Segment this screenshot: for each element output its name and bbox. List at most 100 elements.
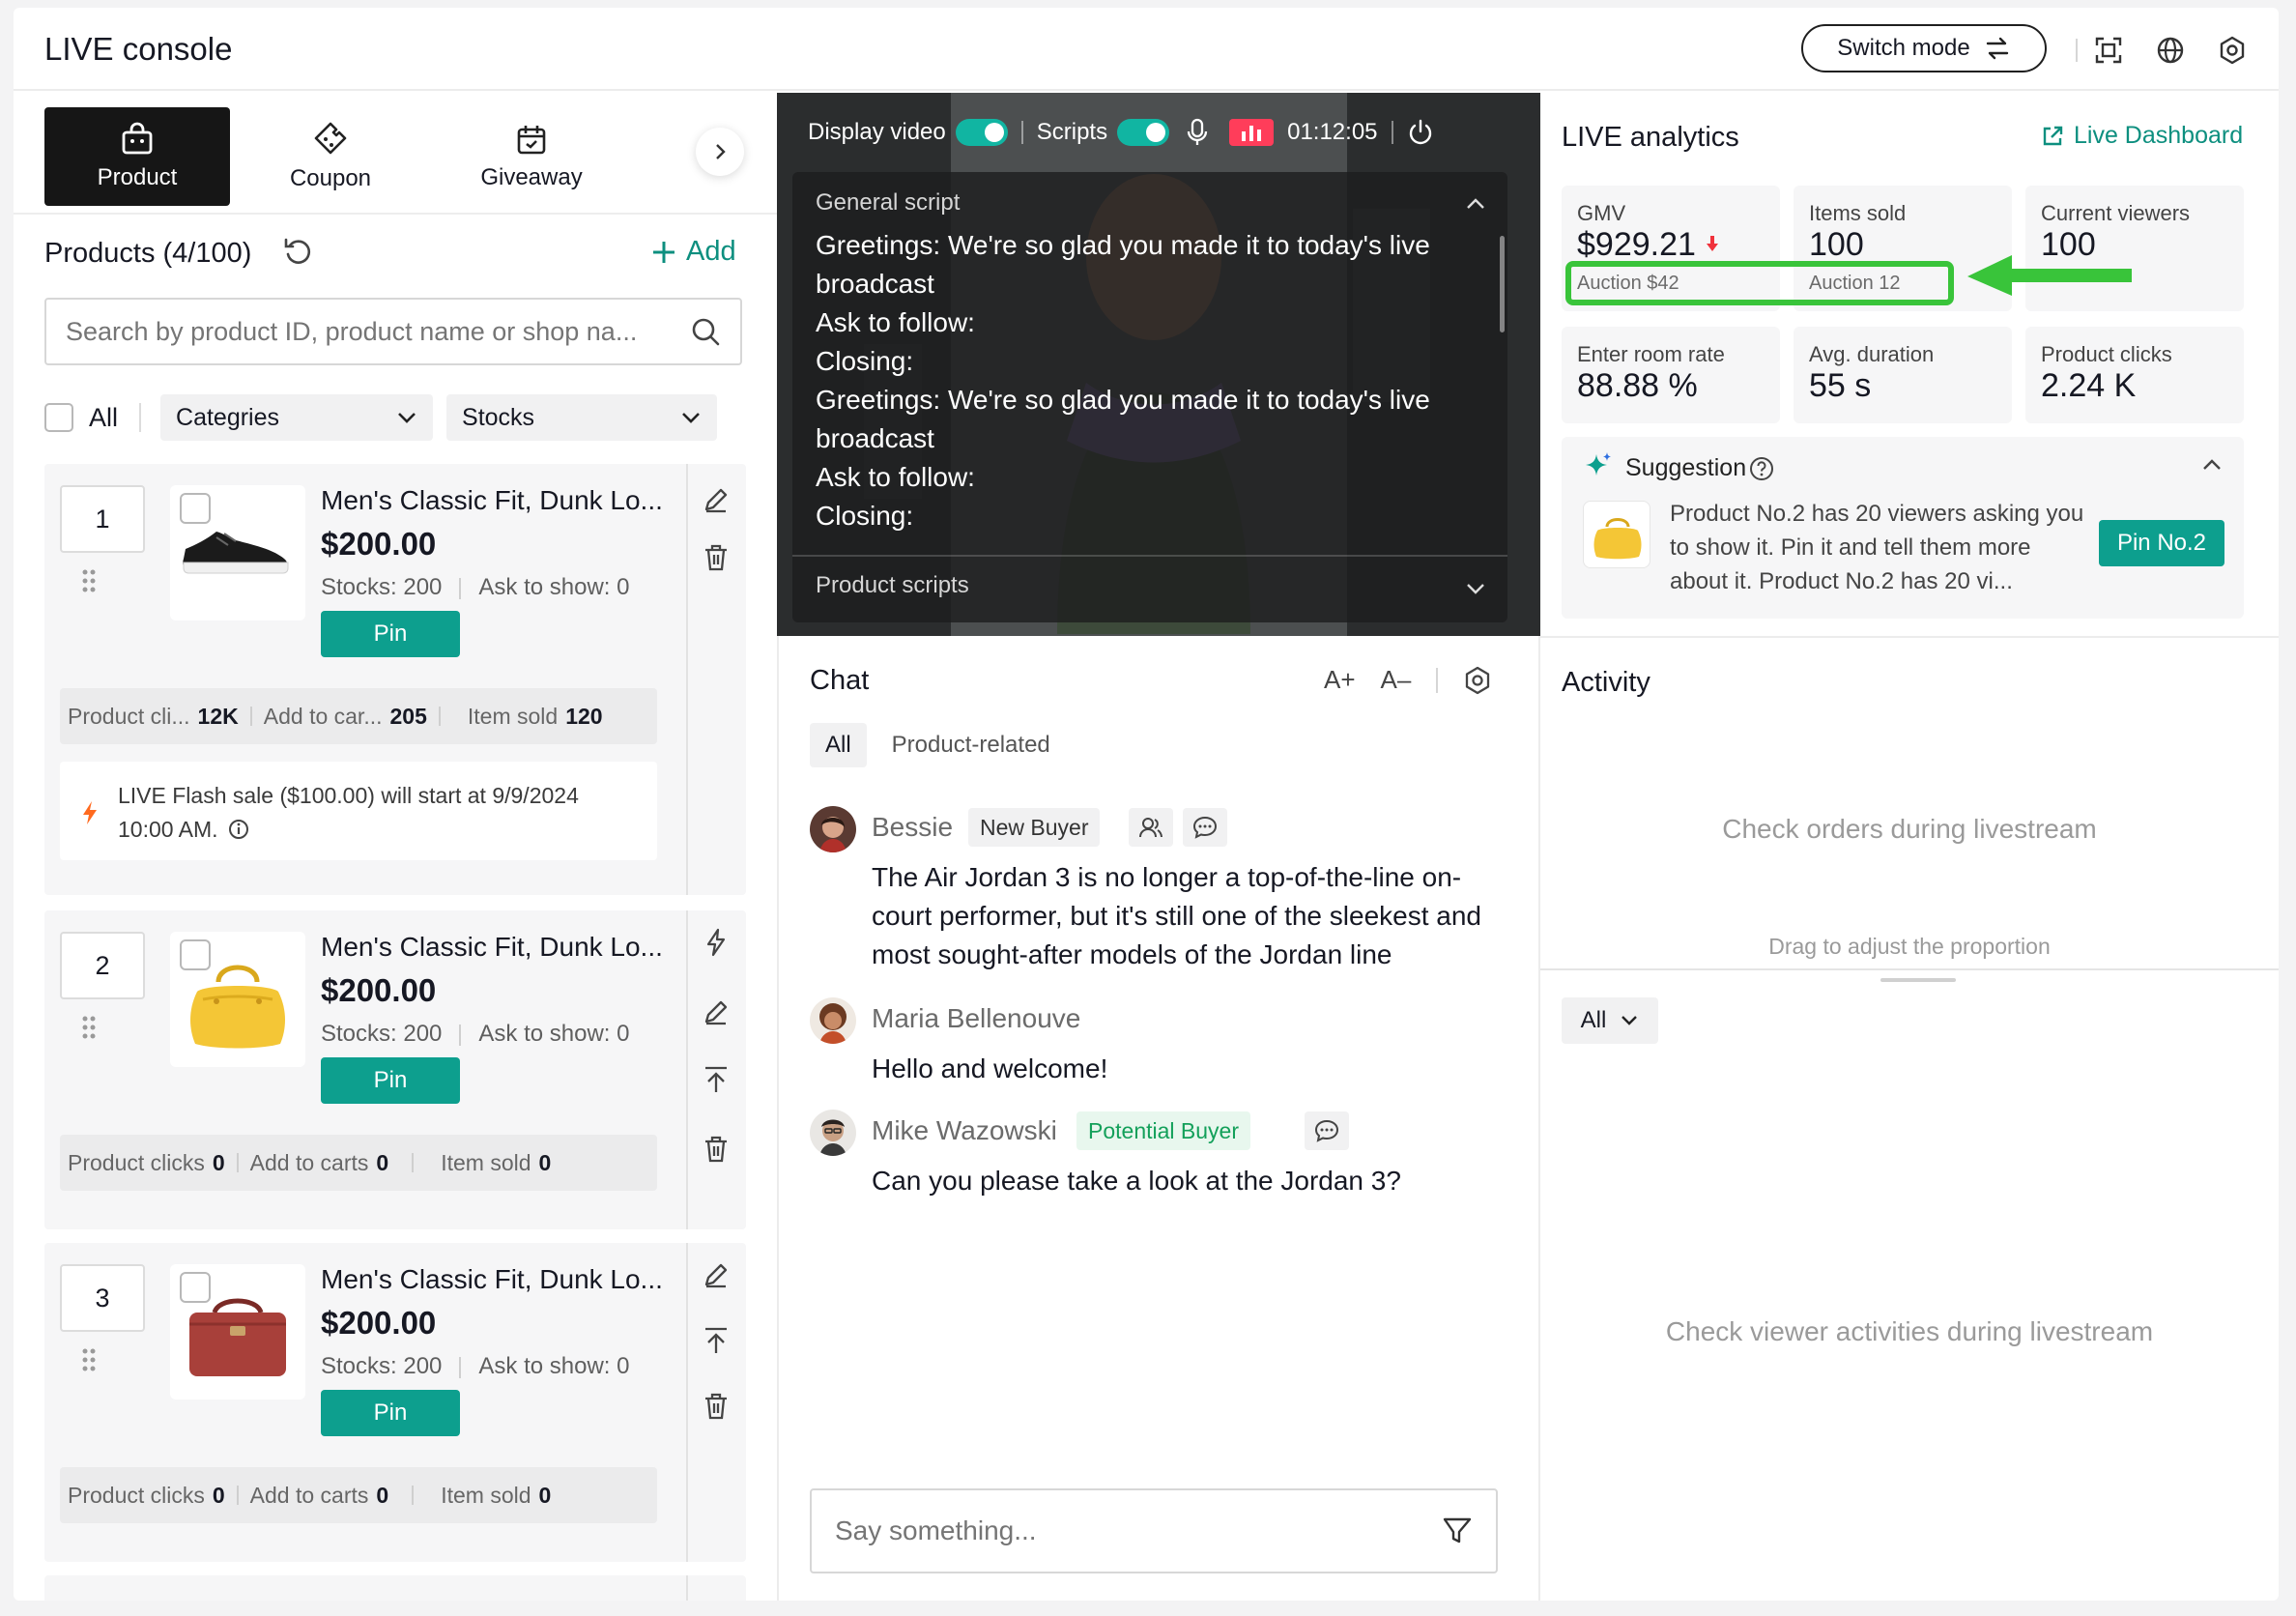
switch-mode-button[interactable]: Switch mode	[1801, 24, 2047, 72]
product-card-4	[44, 1575, 746, 1601]
tab-coupon[interactable]: Coupon	[238, 107, 423, 206]
chat-username[interactable]: Maria Bellenouve	[872, 1003, 1080, 1034]
microphone-icon[interactable]	[1187, 118, 1208, 147]
categories-dropdown[interactable]: Categries	[160, 394, 434, 441]
edit-icon[interactable]	[702, 485, 731, 514]
product-name[interactable]: Men's Classic Fit, Dunk Lo...	[321, 485, 663, 516]
suggestion-text: Product No.2 has 20 viewers asking you t…	[1670, 501, 2084, 594]
product-index-box[interactable]: 3	[60, 1264, 145, 1332]
chat-tab-product-related[interactable]: Product-related	[876, 723, 1066, 767]
user-profile-icon[interactable]	[1129, 808, 1173, 847]
flash-sale-icon[interactable]	[702, 928, 731, 957]
metric-label: Avg. duration	[1809, 342, 1935, 366]
general-script-header[interactable]: General script	[816, 189, 960, 216]
product-search-box[interactable]	[44, 298, 742, 365]
product-index-box[interactable]: 1	[60, 485, 145, 553]
delete-icon[interactable]	[702, 1392, 731, 1421]
chat-input[interactable]	[835, 1515, 1442, 1546]
chevron-up-icon[interactable]	[2201, 458, 2223, 472]
chevron-down-icon	[398, 413, 416, 423]
pin-button[interactable]: Pin	[321, 611, 460, 657]
refresh-icon[interactable]	[282, 236, 315, 274]
scripts-label: Scripts	[1036, 119, 1108, 145]
chat-tools: A+ A–	[1324, 665, 1492, 695]
metric-label: Enter room rate	[1577, 342, 1725, 366]
chat-message: Maria Bellenouve Hello and welcome!	[810, 997, 1506, 1084]
product-checkbox[interactable]	[180, 939, 211, 970]
pin-button[interactable]: Pin	[321, 1057, 460, 1104]
reply-icon[interactable]	[1183, 808, 1227, 847]
chat-username[interactable]: Bessie	[872, 812, 953, 843]
stat-divider	[236, 1153, 239, 1172]
tab-coupon-label: Coupon	[289, 165, 372, 191]
avatar[interactable]	[810, 1110, 856, 1156]
chat-settings-icon[interactable]	[1463, 666, 1492, 695]
move-to-top-icon[interactable]	[702, 1065, 731, 1094]
script-scrollbar[interactable]	[1500, 236, 1505, 332]
power-icon[interactable]	[1407, 119, 1434, 146]
activity-filter-label: All	[1580, 1007, 1607, 1033]
resize-handle[interactable]	[1880, 978, 1956, 982]
gmv-value: $929.21	[1577, 226, 1696, 263]
reply-icon[interactable]	[1305, 1111, 1349, 1150]
product-stocks: Stocks: 200	[321, 1021, 443, 1047]
product-search-input[interactable]	[66, 316, 690, 347]
activity-filter-dropdown[interactable]: All	[1562, 997, 1658, 1044]
edit-icon[interactable]	[702, 1260, 731, 1289]
display-video-toggle[interactable]	[955, 119, 1008, 146]
product-name[interactable]: Men's Classic Fit, Dunk Lo...	[321, 1264, 663, 1295]
drag-handle-icon[interactable]	[81, 1347, 97, 1377]
product-stock-info: Stocks: 200 Ask to show: 0	[321, 1353, 629, 1380]
stat-item-sold-value: 0	[538, 1482, 552, 1508]
stat-item-sold-value: 120	[565, 703, 603, 729]
pin-suggested-product-button[interactable]: Pin No.2	[2099, 520, 2224, 566]
pin-button[interactable]: Pin	[321, 1390, 460, 1436]
info-icon[interactable]	[228, 819, 249, 840]
product-checkbox[interactable]	[180, 493, 211, 524]
product-name[interactable]: Men's Classic Fit, Dunk Lo...	[321, 932, 663, 963]
settings-icon[interactable]	[2217, 35, 2248, 66]
search-icon[interactable]	[690, 316, 721, 347]
metric-value: 2.24 K	[2041, 367, 2137, 404]
live-dashboard-link[interactable]: Live Dashboard	[2041, 122, 2243, 150]
delete-icon[interactable]	[702, 543, 731, 572]
chat-input-box[interactable]	[810, 1488, 1498, 1573]
stat-item-sold-label: Item sold	[441, 1482, 531, 1508]
chat-tab-all[interactable]: All	[810, 723, 867, 767]
control-divider	[1391, 121, 1393, 144]
move-to-top-icon[interactable]	[702, 1326, 731, 1355]
product-scripts-header[interactable]: Product scripts	[816, 572, 969, 599]
scripts-toggle[interactable]	[1117, 119, 1170, 146]
live-analytics-panel: LIVE analytics Live Dashboard GMV $929.2…	[1540, 93, 2279, 636]
tabs-next-button[interactable]	[696, 128, 744, 176]
delete-icon[interactable]	[702, 1135, 731, 1164]
stocks-dropdown[interactable]: Stocks	[446, 394, 718, 441]
tab-product[interactable]: Product	[44, 107, 230, 206]
chevron-down-icon[interactable]	[1465, 582, 1486, 595]
tab-giveaway[interactable]: Giveaway	[439, 107, 624, 206]
edit-icon[interactable]	[702, 997, 731, 1026]
font-increase-button[interactable]: A+	[1324, 665, 1356, 695]
stat-divider	[438, 707, 441, 726]
help-icon[interactable]	[1749, 456, 1774, 481]
send-icon[interactable]	[1442, 1516, 1473, 1545]
globe-icon[interactable]	[2155, 35, 2186, 66]
chat-username[interactable]: Mike Wazowski	[872, 1115, 1057, 1146]
drag-handle-icon[interactable]	[81, 1015, 97, 1045]
chevron-up-icon[interactable]	[1465, 197, 1486, 211]
product-index-box[interactable]: 2	[60, 932, 145, 999]
avatar[interactable]	[810, 997, 856, 1044]
product-checkbox[interactable]	[180, 1272, 211, 1303]
metric-value: 100	[1809, 226, 1864, 263]
font-decrease-button[interactable]: A–	[1381, 665, 1412, 695]
chevron-right-icon	[716, 144, 726, 159]
stat-item-sold-label: Item sold	[441, 1149, 531, 1175]
select-all-checkbox[interactable]	[44, 403, 73, 432]
drag-handle-icon[interactable]	[81, 568, 97, 598]
suggestion-title: Suggestion	[1625, 454, 1747, 481]
add-product-button[interactable]: Add	[651, 236, 736, 268]
fullscreen-icon[interactable]	[2093, 35, 2124, 66]
script-line: Ask to follow:	[816, 462, 975, 492]
giveaway-icon	[517, 126, 546, 155]
avatar[interactable]	[810, 806, 856, 852]
